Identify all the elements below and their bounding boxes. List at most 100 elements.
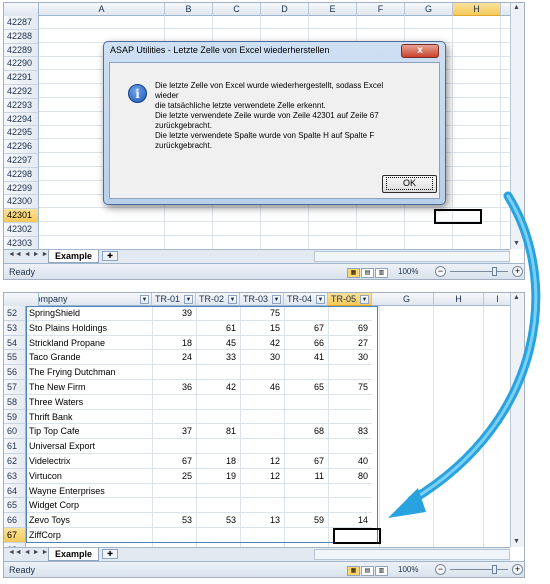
filter-dropdown-icon[interactable]: ▼ <box>272 295 281 304</box>
horizontal-scrollbar[interactable] <box>314 251 510 262</box>
vertical-scrollbar[interactable]: ▲ ▼ <box>510 3 524 249</box>
column-header[interactable]: C <box>213 3 261 16</box>
column-header[interactable]: I <box>501 3 510 16</box>
zoom-in-button[interactable]: + <box>512 564 523 575</box>
row-header[interactable]: 42297 <box>4 154 39 168</box>
select-all-corner[interactable] <box>4 3 39 16</box>
column-header[interactable]: F <box>357 3 405 16</box>
page-layout-view-icon[interactable]: ▤ <box>361 268 374 278</box>
excel-window-bottom: Company ▼ TR-01 ▼ TR-02 ▼ TR-03 ▼ TR-04 ▼ TR-05 ▼ G H… <box>3 292 525 578</box>
zoom-level[interactable]: 100% <box>398 267 418 276</box>
row-header[interactable]: 42299 <box>4 181 39 196</box>
row-header[interactable]: 42294 <box>4 112 39 127</box>
row-header[interactable]: 53 <box>4 320 26 336</box>
filter-dropdown-icon[interactable]: ▼ <box>140 295 149 304</box>
zoom-out-button[interactable]: − <box>435 564 446 575</box>
column-header-label: I <box>496 294 499 304</box>
column-header[interactable]: TR-03 ▼ <box>240 293 284 306</box>
row-header[interactable]: 55 <box>4 350 26 366</box>
column-header[interactable]: Company ▼ <box>26 293 152 306</box>
page-break-view-icon[interactable]: ▥ <box>375 268 388 278</box>
row-header[interactable]: 42291 <box>4 71 39 85</box>
vertical-scrollbar[interactable]: ▲ ▼ <box>510 293 524 547</box>
row-header[interactable]: 42289 <box>4 43 39 58</box>
row-header[interactable]: 42293 <box>4 98 39 113</box>
insert-sheet-icon[interactable]: ✚ <box>102 251 118 261</box>
zoom-slider-track[interactable] <box>450 271 508 272</box>
close-button[interactable]: x <box>401 44 439 58</box>
filter-dropdown-icon[interactable]: ▼ <box>184 295 193 304</box>
selected-cell[interactable] <box>333 528 381 544</box>
scroll-up-icon[interactable]: ▲ <box>513 294 520 301</box>
column-header[interactable]: I <box>484 293 510 306</box>
row-header[interactable]: 42292 <box>4 85 39 99</box>
page-layout-view-icon[interactable]: ▤ <box>361 566 374 576</box>
column-header-label: TR-02 <box>199 294 225 304</box>
page-break-view-icon[interactable]: ▥ <box>375 566 388 576</box>
row-header[interactable]: 63 <box>4 468 26 484</box>
row-header[interactable]: 42296 <box>4 140 39 154</box>
row-header[interactable]: 42301 <box>4 209 39 223</box>
zoom-slider-track[interactable] <box>450 569 508 570</box>
row-header[interactable]: 42300 <box>4 195 39 210</box>
row-header[interactable]: 42288 <box>4 29 39 44</box>
horizontal-scrollbar[interactable] <box>314 549 510 560</box>
zoom-slider-thumb[interactable] <box>492 267 497 276</box>
column-header[interactable]: D <box>261 3 309 16</box>
ok-button[interactable]: OK <box>382 175 437 193</box>
select-all-corner[interactable] <box>4 293 39 306</box>
normal-view-icon[interactable]: ▦ <box>347 268 360 278</box>
row-header[interactable]: 62 <box>4 454 26 469</box>
filter-dropdown-icon[interactable]: ▼ <box>360 295 369 304</box>
column-header[interactable]: TR-04 ▼ <box>284 293 328 306</box>
row-header[interactable]: 42302 <box>4 223 39 237</box>
ok-button-label: OK <box>385 177 433 190</box>
row-header[interactable]: 54 <box>4 335 26 351</box>
column-header[interactable]: TR-02 ▼ <box>196 293 240 306</box>
column-header-label: TR-04 <box>287 294 313 304</box>
column-header-label: TR-05 <box>331 294 357 304</box>
row-header[interactable]: 65 <box>4 498 26 514</box>
column-header[interactable]: H <box>453 3 501 16</box>
normal-view-icon[interactable]: ▦ <box>347 566 360 576</box>
scroll-up-icon[interactable]: ▲ <box>513 4 520 11</box>
zoom-out-button[interactable]: − <box>435 266 446 277</box>
row-header[interactable]: 42290 <box>4 57 39 72</box>
row-header[interactable]: 56 <box>4 365 26 380</box>
column-header[interactable]: G <box>380 293 434 306</box>
sheet-tab-example[interactable]: Example <box>48 548 100 561</box>
zoom-slider-thumb[interactable] <box>492 565 497 574</box>
column-header[interactable]: TR-01 ▼ <box>152 293 196 306</box>
scroll-down-icon[interactable]: ▼ <box>513 538 520 545</box>
row-header[interactable]: 42298 <box>4 167 39 182</box>
zoom-in-button[interactable]: + <box>512 266 523 277</box>
row-header[interactable]: 42303 <box>4 236 39 249</box>
row-header[interactable]: 57 <box>4 380 26 395</box>
column-header[interactable]: E <box>309 3 357 16</box>
selected-cell[interactable] <box>434 209 482 225</box>
column-header[interactable]: B <box>165 3 213 16</box>
column-header-bar: Company ▼ TR-01 ▼ TR-02 ▼ TR-03 ▼ TR-04 ▼ TR-05 ▼ G H… <box>4 293 510 306</box>
row-header[interactable]: 60 <box>4 424 26 440</box>
insert-sheet-icon[interactable]: ✚ <box>102 549 118 559</box>
row-header[interactable]: 52 <box>4 306 26 321</box>
gridline <box>483 306 484 547</box>
column-header[interactable]: A <box>39 3 165 16</box>
row-header[interactable]: 64 <box>4 483 26 499</box>
row-header[interactable]: 61 <box>4 439 26 454</box>
scroll-down-icon[interactable]: ▼ <box>513 240 520 247</box>
row-header[interactable]: 59 <box>4 409 26 425</box>
zoom-level[interactable]: 100% <box>398 565 418 574</box>
worksheet-grid[interactable]: Company ▼ TR-01 ▼ TR-02 ▼ TR-03 ▼ TR-04 ▼ TR-05 ▼ G H… <box>4 293 510 547</box>
column-header[interactable]: TR-05 ▼ <box>328 293 372 306</box>
filter-dropdown-icon[interactable]: ▼ <box>316 295 325 304</box>
filter-dropdown-icon[interactable]: ▼ <box>228 295 237 304</box>
sheet-tab-example[interactable]: Example <box>48 250 100 263</box>
row-header[interactable]: 42287 <box>4 16 39 30</box>
column-header[interactable]: H <box>434 293 484 306</box>
row-header[interactable]: 67 <box>4 528 26 543</box>
row-header[interactable]: 58 <box>4 394 26 410</box>
column-header[interactable]: G <box>405 3 453 16</box>
row-header[interactable]: 66 <box>4 513 26 528</box>
row-header[interactable]: 42295 <box>4 126 39 141</box>
